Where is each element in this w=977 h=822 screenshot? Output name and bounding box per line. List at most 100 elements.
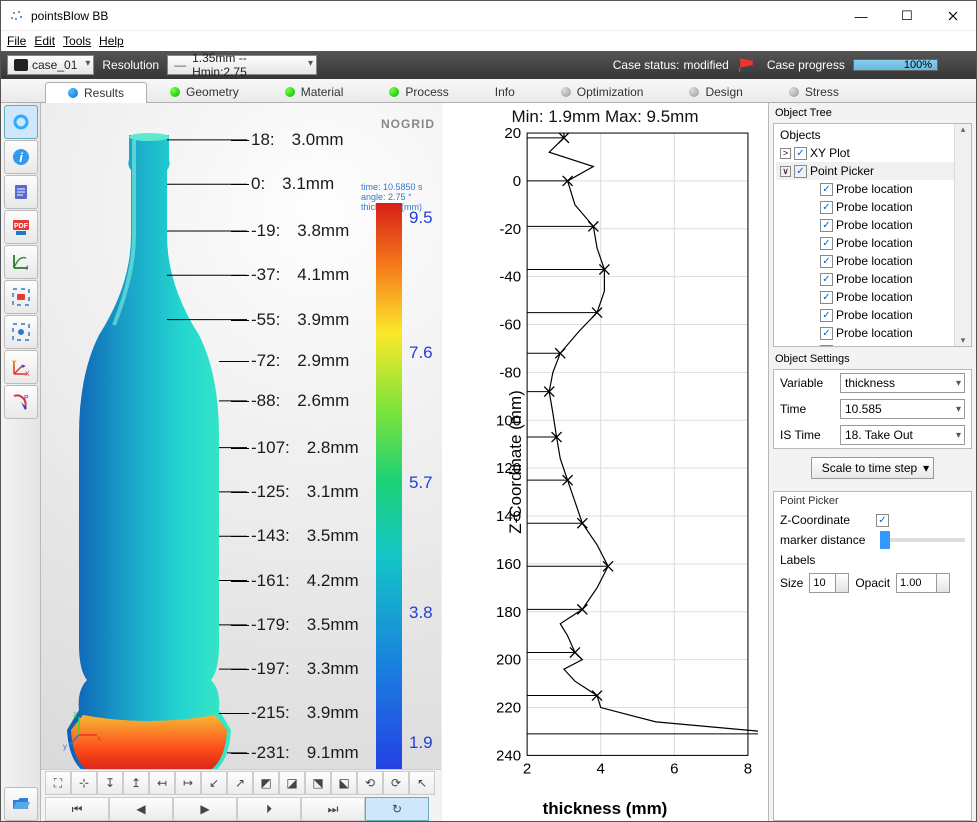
menu-file[interactable]: File <box>7 34 26 48</box>
object-settings-header: Object Settings <box>769 347 976 365</box>
notes-icon[interactable] <box>4 175 38 209</box>
expand-icon[interactable]: > <box>780 148 791 159</box>
picker-icon[interactable]: P <box>4 385 38 419</box>
tree-item[interactable]: ✓Probe location <box>776 198 969 216</box>
thickness-reading: -37: 4.1mm <box>251 265 349 285</box>
svg-text:-40: -40 <box>499 269 521 286</box>
scale-tick: 1.9 <box>409 733 433 753</box>
expand-icon[interactable]: ∨ <box>780 166 791 177</box>
chart-icon[interactable]: t <box>4 245 38 279</box>
tree-item[interactable]: ∨✓Point Picker <box>776 162 969 180</box>
object-tree[interactable]: Objects >✓XY Plot∨✓Point Picker✓Probe lo… <box>774 124 971 346</box>
tree-item[interactable]: ✓Probe location <box>776 216 969 234</box>
checkbox[interactable]: ✓ <box>820 237 833 250</box>
folder-icon[interactable] <box>4 787 38 821</box>
object-tree-header: Object Tree <box>769 103 976 119</box>
variable-dropdown[interactable]: thickness <box>840 373 965 393</box>
istime-label: IS Time <box>780 428 834 442</box>
view-3-icon[interactable]: ↤ <box>149 771 175 795</box>
playback-loop-button[interactable]: ↻ <box>365 797 429 821</box>
checkbox[interactable]: ✓ <box>820 309 833 322</box>
opacity-spinner[interactable]: 1.00 <box>896 573 950 593</box>
checkbox[interactable]: ✓ <box>820 273 833 286</box>
checkbox[interactable]: ✓ <box>820 255 833 268</box>
tree-item[interactable]: ✓Probe location <box>776 234 969 252</box>
camera-focus-icon[interactable] <box>4 280 38 314</box>
thickness-reading: -88: 2.6mm <box>251 391 349 411</box>
view-iso4-icon[interactable]: ⬕ <box>331 771 357 795</box>
view-iso3-icon[interactable]: ⬔ <box>305 771 331 795</box>
tree-item[interactable]: ✓Probe location <box>776 324 969 342</box>
view-6-icon[interactable]: ↗ <box>227 771 253 795</box>
tree-root[interactable]: Objects <box>776 126 969 144</box>
view-xy-icon[interactable]: ⊹ <box>71 771 97 795</box>
info-icon[interactable]: i <box>4 140 38 174</box>
tab-optimization[interactable]: Optimization <box>538 81 667 102</box>
zcoord-checkbox[interactable]: ✓ <box>876 514 889 527</box>
checkbox[interactable]: ✓ <box>820 291 833 304</box>
point-picker-header: Point Picker <box>774 492 971 510</box>
rotate-icon[interactable]: ⟲ <box>357 771 383 795</box>
time-label: Time <box>780 402 834 416</box>
svg-text:x: x <box>97 734 101 743</box>
playback-prev-button[interactable]: ◀ <box>109 797 173 821</box>
axis-icon[interactable]: YX <box>4 350 38 384</box>
checkbox[interactable]: ✓ <box>820 327 833 340</box>
playback-last-button[interactable]: ⏭ <box>301 797 365 821</box>
tab-info[interactable]: Info <box>472 81 538 102</box>
view-4-icon[interactable]: ↦ <box>175 771 201 795</box>
tree-item[interactable]: ✓Probe location <box>776 342 969 346</box>
close-button[interactable] <box>930 1 976 31</box>
istime-dropdown[interactable]: 18. Take Out <box>840 425 965 445</box>
tab-design[interactable]: Design <box>666 81 765 102</box>
cursor-icon[interactable]: ↖ <box>409 771 435 795</box>
refresh-icon[interactable]: ⟳ <box>383 771 409 795</box>
view-iso2-icon[interactable]: ◪ <box>279 771 305 795</box>
maximize-button[interactable]: ☐ <box>884 1 930 31</box>
view-iso1-icon[interactable]: ◩ <box>253 771 279 795</box>
color-scale <box>376 203 402 793</box>
tree-item[interactable]: ✓Probe location <box>776 180 969 198</box>
checkbox[interactable]: ✓ <box>820 345 833 347</box>
checkbox[interactable]: ✓ <box>820 201 833 214</box>
tab-stress[interactable]: Stress <box>766 81 862 102</box>
scale-to-timestep-button[interactable]: Scale to time step <box>811 457 934 479</box>
size-spinner[interactable]: 10 <box>809 573 849 593</box>
svg-text:X: X <box>25 371 30 377</box>
pdf-icon[interactable]: PDF <box>4 210 38 244</box>
playback-next-button[interactable]: ⏵ <box>237 797 301 821</box>
playback-first-button[interactable]: ⏮ <box>45 797 109 821</box>
chart-area[interactable]: Min: 1.9mm Max: 9.5mm Z-Coordinate (mm) … <box>441 103 768 821</box>
view-1-icon[interactable]: ↧ <box>97 771 123 795</box>
svg-text:t: t <box>26 265 29 272</box>
tab-material[interactable]: Material <box>262 81 367 102</box>
view-2-icon[interactable]: ↥ <box>123 771 149 795</box>
tree-item[interactable]: ✓Probe location <box>776 288 969 306</box>
tool-circle-icon[interactable] <box>4 105 38 139</box>
playback-play-button[interactable]: ▶ <box>173 797 237 821</box>
checkbox[interactable]: ✓ <box>794 165 807 178</box>
marker-slider[interactable] <box>880 538 965 542</box>
checkbox[interactable]: ✓ <box>820 183 833 196</box>
checkbox[interactable]: ✓ <box>820 219 833 232</box>
case-dropdown[interactable]: case_01 <box>7 55 94 75</box>
resolution-dropdown[interactable]: —1.35mm -- Hmin:2.75 <box>167 55 317 75</box>
fit-view-icon[interactable]: ⛶ <box>45 771 71 795</box>
tree-item[interactable]: ✓Probe location <box>776 270 969 288</box>
menu-help[interactable]: Help <box>99 34 124 48</box>
checkbox[interactable]: ✓ <box>794 147 807 160</box>
tree-scrollbar[interactable] <box>954 124 971 346</box>
minimize-button[interactable]: — <box>838 1 884 31</box>
tree-item[interactable]: >✓XY Plot <box>776 144 969 162</box>
view-5-icon[interactable]: ↙ <box>201 771 227 795</box>
tree-item[interactable]: ✓Probe location <box>776 252 969 270</box>
menu-tools[interactable]: Tools <box>63 34 91 48</box>
tab-process[interactable]: Process <box>366 81 471 102</box>
menu-edit[interactable]: Edit <box>34 34 55 48</box>
capture-icon[interactable] <box>4 315 38 349</box>
viz-viewport[interactable]: NOGRID time: 10.5850 sangle: 2.75 °thick… <box>41 103 441 821</box>
tab-results[interactable]: Results <box>45 82 147 103</box>
tree-item[interactable]: ✓Probe location <box>776 306 969 324</box>
time-dropdown[interactable]: 10.585 <box>840 399 965 419</box>
tab-geometry[interactable]: Geometry <box>147 81 262 102</box>
